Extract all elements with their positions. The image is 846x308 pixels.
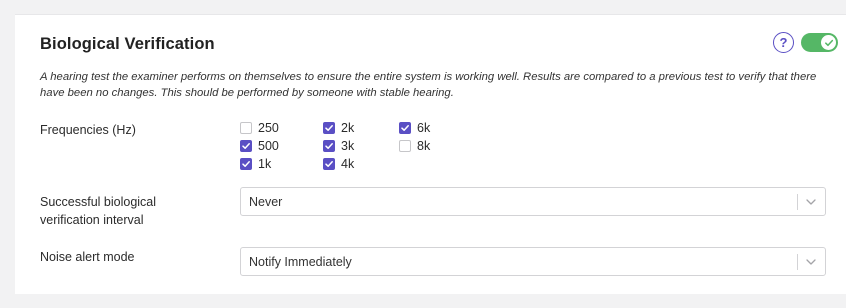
check-icon xyxy=(824,39,833,46)
enable-toggle[interactable] xyxy=(801,33,838,52)
frequency-option-8k[interactable]: 8k xyxy=(399,137,430,155)
frequency-label-8k: 8k xyxy=(417,139,431,153)
frequency-label-4k: 4k xyxy=(341,157,355,171)
checkbox-8k[interactable] xyxy=(399,140,411,152)
checkbox-4k[interactable] xyxy=(323,158,335,170)
interval-label: Successful biological verification inter… xyxy=(40,195,157,227)
noise-alert-select[interactable]: Notify Immediately xyxy=(240,247,826,276)
frequency-option-3k[interactable]: 3k xyxy=(323,137,354,155)
noise-alert-select-value: Notify Immediately xyxy=(249,255,352,269)
checkmark-icon xyxy=(242,161,250,167)
checkmark-icon xyxy=(325,125,333,131)
frequency-label-500: 500 xyxy=(258,139,279,153)
biological-verification-panel: Biological Verification ? A hearing test… xyxy=(15,14,846,294)
frequency-option-6k[interactable]: 6k xyxy=(399,119,430,137)
interval-select[interactable]: Never xyxy=(240,187,826,216)
checkmark-icon xyxy=(401,125,409,131)
select-divider xyxy=(797,254,798,270)
frequency-option-1k[interactable]: 1k xyxy=(240,155,271,173)
panel-description: A hearing test the examiner performs on … xyxy=(40,71,817,99)
help-icon[interactable]: ? xyxy=(773,32,794,53)
frequency-option-250[interactable]: 250 xyxy=(240,119,279,137)
checkmark-icon xyxy=(325,143,333,149)
checkmark-icon xyxy=(325,161,333,167)
frequency-label-6k: 6k xyxy=(417,121,431,135)
select-divider xyxy=(797,194,798,210)
checkbox-250[interactable] xyxy=(240,122,252,134)
checkbox-2k[interactable] xyxy=(323,122,335,134)
checkbox-3k[interactable] xyxy=(323,140,335,152)
frequency-option-4k[interactable]: 4k xyxy=(323,155,354,173)
toggle-knob xyxy=(821,35,836,50)
frequency-label-250: 250 xyxy=(258,121,279,135)
frequency-label-3k: 3k xyxy=(341,139,355,153)
checkbox-1k[interactable] xyxy=(240,158,252,170)
checkbox-6k[interactable] xyxy=(399,122,411,134)
chevron-down-icon[interactable] xyxy=(805,197,817,207)
panel-title: Biological Verification xyxy=(40,35,215,53)
checkbox-500[interactable] xyxy=(240,140,252,152)
noise-alert-label: Noise alert mode xyxy=(40,250,135,264)
frequency-label-2k: 2k xyxy=(341,121,355,135)
checkmark-icon xyxy=(242,143,250,149)
chevron-down-icon[interactable] xyxy=(805,257,817,267)
interval-select-value: Never xyxy=(249,195,283,209)
frequency-label-1k: 1k xyxy=(258,157,272,171)
frequency-option-2k[interactable]: 2k xyxy=(323,119,354,137)
frequencies-label: Frequencies (Hz) xyxy=(40,123,136,137)
frequency-option-500[interactable]: 500 xyxy=(240,137,279,155)
help-glyph: ? xyxy=(779,35,788,50)
